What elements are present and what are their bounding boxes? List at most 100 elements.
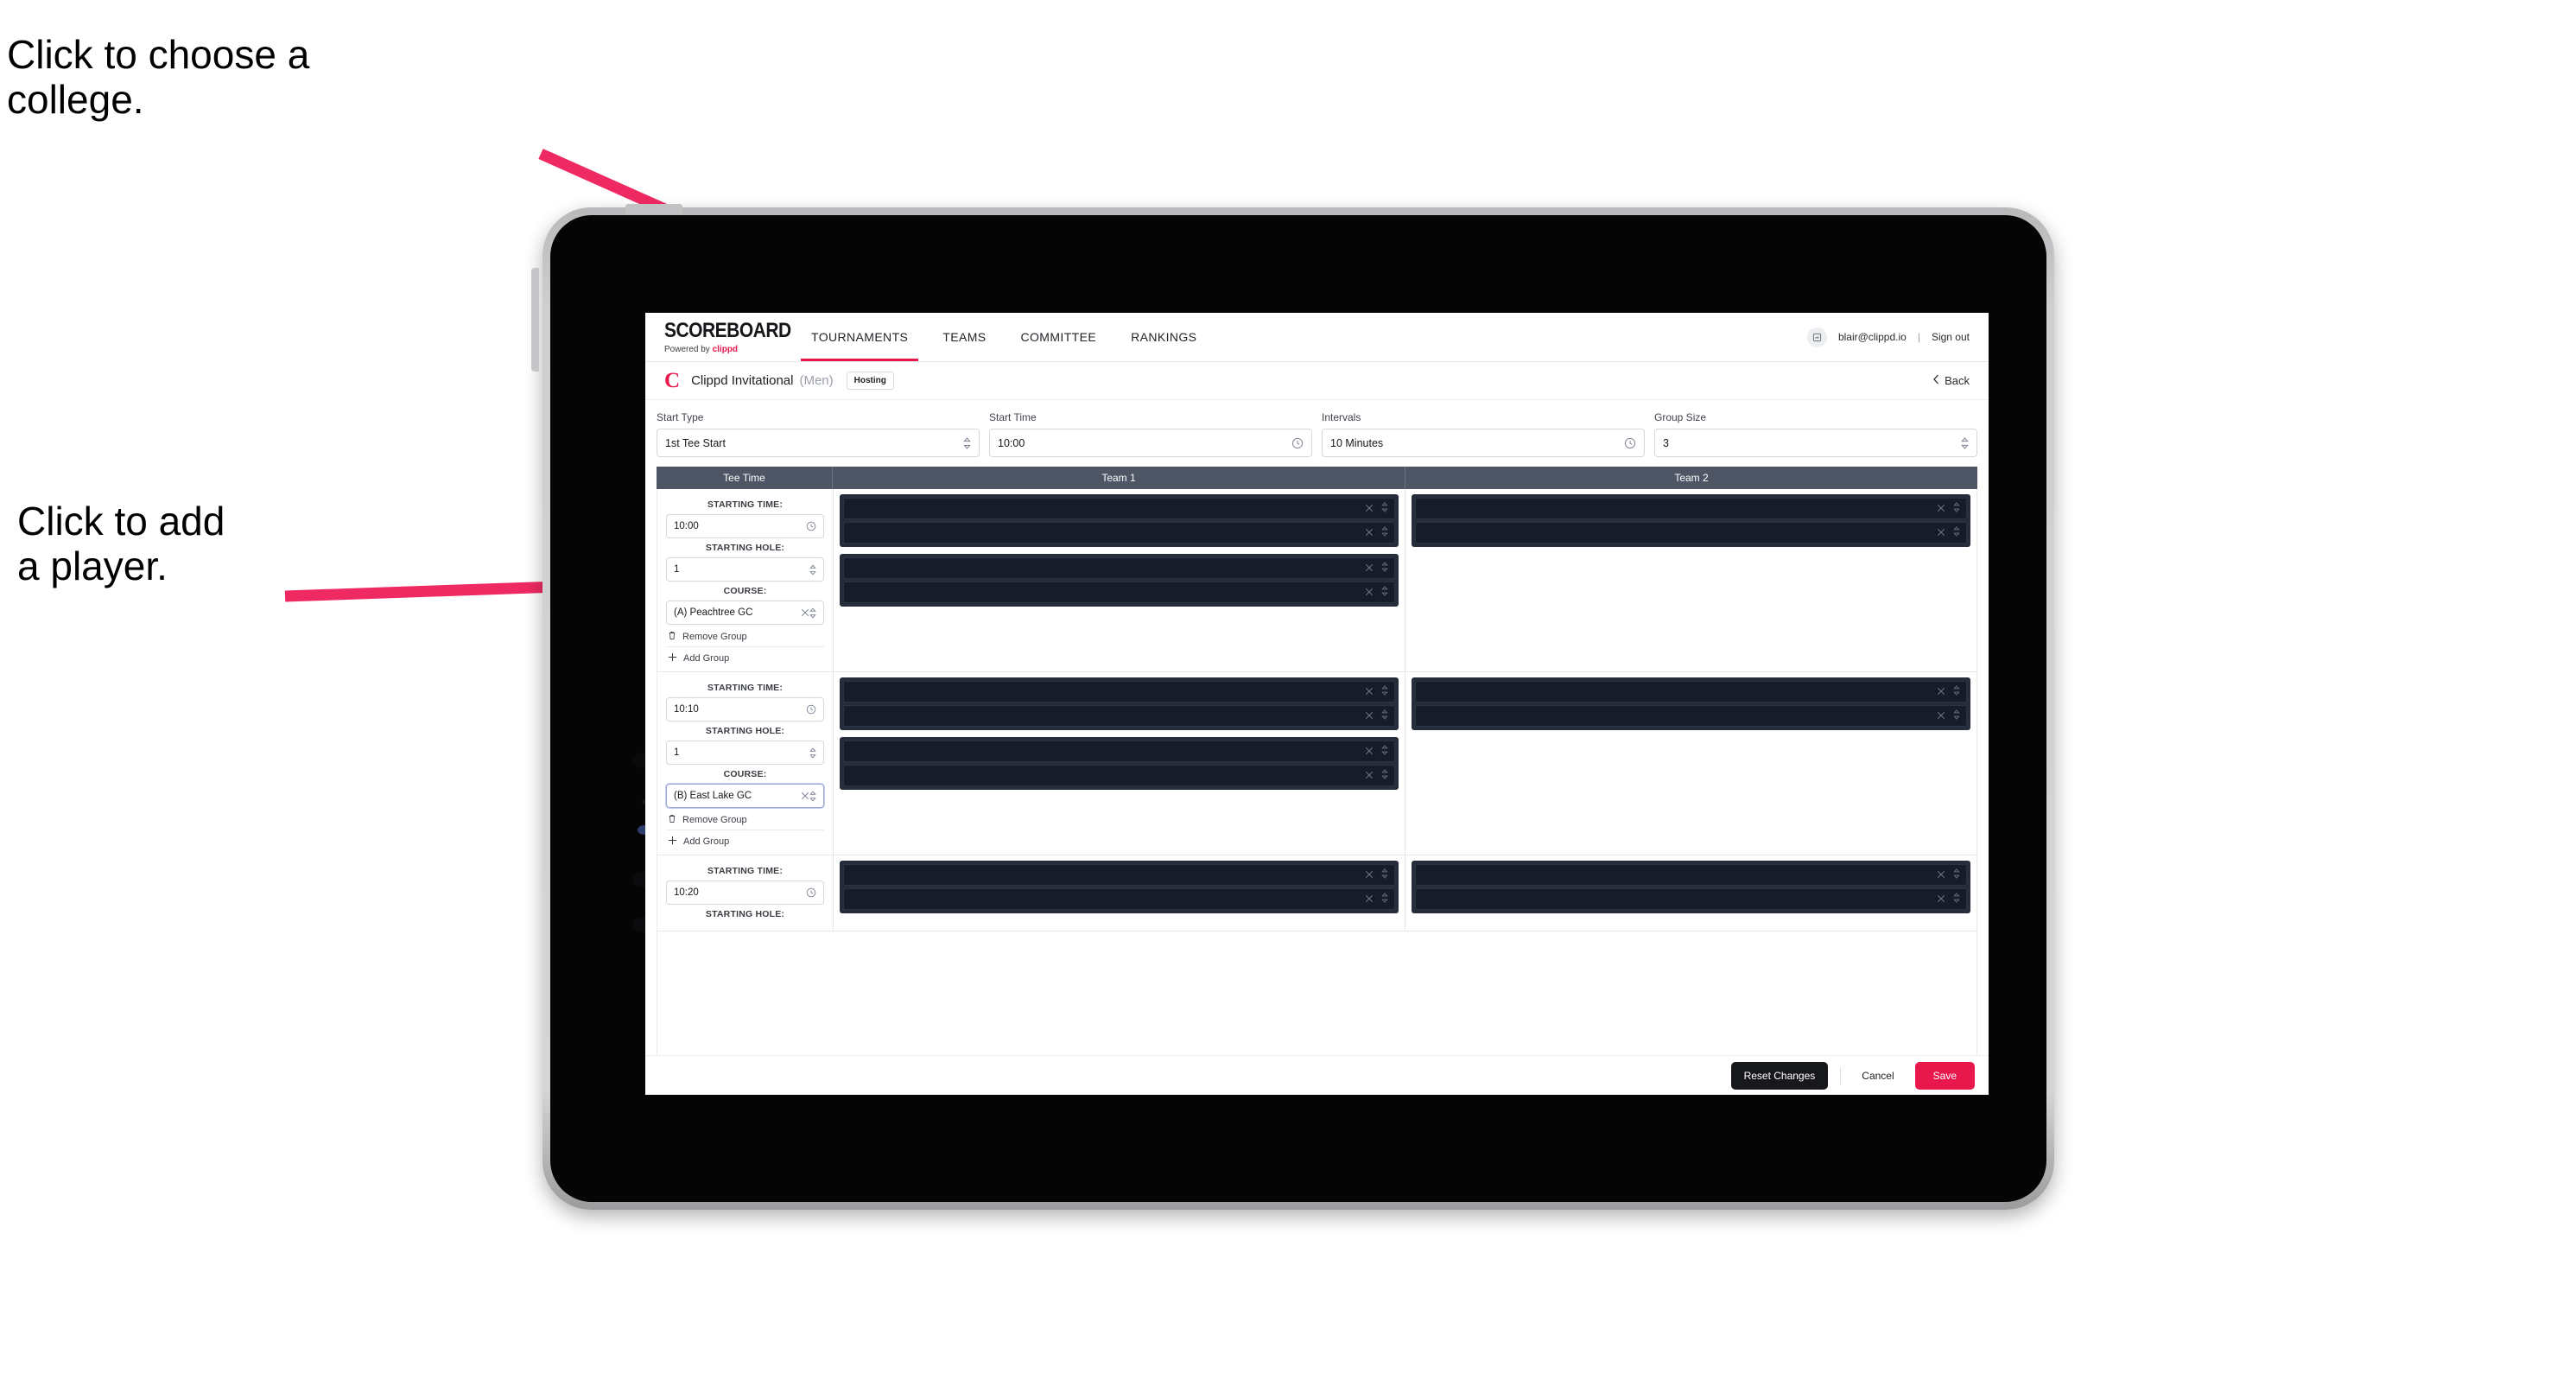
reorder-player-icon[interactable]	[1381, 684, 1388, 700]
add-group-button[interactable]: Add Group	[666, 830, 824, 848]
reorder-player-icon[interactable]	[1381, 525, 1388, 541]
annotation-add-player: Click to add a player.	[17, 499, 225, 588]
reorder-player-icon[interactable]	[1381, 501, 1388, 517]
stepper-icon[interactable]	[809, 563, 816, 575]
player-row[interactable]	[843, 864, 1395, 886]
player-row[interactable]	[843, 705, 1395, 727]
player-row[interactable]	[1415, 498, 1967, 519]
player-row[interactable]	[843, 557, 1395, 579]
remove-player-icon[interactable]	[1365, 892, 1374, 907]
remove-group-button[interactable]: Remove Group	[666, 625, 824, 643]
course-select[interactable]: (A) Peachtree GC	[666, 601, 824, 625]
nav-item-tournaments[interactable]: TOURNAMENTS	[794, 313, 925, 361]
player-row[interactable]	[843, 522, 1395, 544]
starting-hole-input[interactable]: 1	[666, 741, 824, 765]
reorder-player-icon[interactable]	[1953, 892, 1960, 907]
pairings-table-body[interactable]: STARTING TIME: 10:00 STARTING HOLE: 1 COURSE…	[657, 489, 1977, 1055]
player-row[interactable]	[1415, 522, 1967, 544]
nav-item-committee[interactable]: COMMITTEE	[1004, 313, 1114, 361]
starting-time-value: 10:10	[674, 704, 699, 715]
reorder-player-icon[interactable]	[1381, 868, 1388, 883]
group-size-stepper[interactable]: 3	[1654, 429, 1977, 457]
clock-icon[interactable]	[806, 704, 816, 715]
player-row-actions	[1937, 868, 1960, 883]
remove-player-icon[interactable]	[1365, 744, 1374, 760]
clear-icon[interactable]	[801, 608, 809, 617]
column-header-team-1: Team 1	[833, 467, 1405, 489]
remove-group-button[interactable]: Remove Group	[666, 808, 824, 826]
starting-time-input[interactable]: 10:00	[666, 514, 824, 538]
intervals-input[interactable]: 10 Minutes	[1322, 429, 1645, 457]
player-row[interactable]	[843, 765, 1395, 786]
reorder-player-icon[interactable]	[1381, 744, 1388, 760]
plus-icon	[668, 652, 677, 664]
reorder-player-icon[interactable]	[1381, 768, 1388, 784]
reset-changes-button[interactable]: Reset Changes	[1730, 1061, 1829, 1090]
start-time-input[interactable]: 10:00	[989, 429, 1312, 457]
nav-item-teams[interactable]: TEAMS	[925, 313, 1003, 361]
reorder-player-icon[interactable]	[1953, 684, 1960, 700]
player-row[interactable]	[843, 888, 1395, 910]
stepper-icon[interactable]	[1961, 436, 1969, 449]
reorder-player-icon[interactable]	[1381, 585, 1388, 601]
reorder-player-icon[interactable]	[1953, 868, 1960, 883]
cancel-button[interactable]: Cancel	[1853, 1062, 1902, 1090]
player-row[interactable]	[1415, 681, 1967, 703]
annotation-choose-college: Click to choose a college.	[7, 32, 310, 122]
clock-icon[interactable]	[1624, 437, 1636, 449]
remove-player-icon[interactable]	[1365, 868, 1374, 883]
player-row[interactable]	[1415, 864, 1967, 886]
remove-player-icon[interactable]	[1365, 768, 1374, 784]
reorder-player-icon[interactable]	[1381, 709, 1388, 724]
player-row[interactable]	[843, 498, 1395, 519]
reorder-player-icon[interactable]	[1953, 709, 1960, 724]
clock-icon[interactable]	[806, 887, 816, 898]
app-logo[interactable]: SCOREBOARD Powered by clippd	[664, 319, 791, 354]
starting-hole-value: 1	[674, 747, 680, 758]
player-row[interactable]	[1415, 705, 1967, 727]
save-button[interactable]: Save	[1914, 1061, 1975, 1090]
remove-player-icon[interactable]	[1365, 501, 1374, 517]
clock-icon[interactable]	[806, 521, 816, 531]
reorder-player-icon[interactable]	[1953, 525, 1960, 541]
sign-out-link[interactable]: Sign out	[1932, 331, 1970, 343]
remove-player-icon[interactable]	[1937, 525, 1945, 541]
team-2-cell	[1405, 489, 1976, 671]
nav-item-rankings[interactable]: RANKINGS	[1114, 313, 1214, 361]
remove-player-icon[interactable]	[1937, 684, 1945, 700]
clear-icon[interactable]	[801, 792, 809, 800]
starting-time-input[interactable]: 10:10	[666, 697, 824, 722]
remove-player-icon[interactable]	[1365, 709, 1374, 724]
start-type-select[interactable]: 1st Tee Start	[657, 429, 980, 457]
reorder-player-icon[interactable]	[1953, 501, 1960, 517]
reorder-player-icon[interactable]	[1381, 892, 1388, 907]
remove-player-icon[interactable]	[1365, 585, 1374, 601]
remove-player-icon[interactable]	[1937, 709, 1945, 724]
remove-player-icon[interactable]	[1365, 684, 1374, 700]
tablet-volume-button[interactable]	[531, 268, 539, 372]
tee-time-cell: STARTING TIME: 10:00 STARTING HOLE: 1 COURSE…	[657, 489, 834, 671]
starting-hole-input[interactable]: 1	[666, 557, 824, 582]
clock-icon[interactable]	[1291, 437, 1304, 449]
player-row[interactable]	[843, 741, 1395, 762]
remove-player-icon[interactable]	[1937, 868, 1945, 883]
player-row[interactable]	[843, 681, 1395, 703]
stepper-icon[interactable]	[809, 747, 816, 759]
player-row[interactable]	[843, 582, 1395, 603]
remove-player-icon[interactable]	[1937, 501, 1945, 517]
add-group-button[interactable]: Add Group	[666, 646, 824, 664]
course-select[interactable]: (B) East Lake GC	[666, 784, 824, 808]
trash-icon	[668, 631, 676, 643]
player-row[interactable]	[1415, 888, 1967, 910]
back-button[interactable]: Back	[1932, 374, 1970, 387]
tablet-power-button[interactable]	[625, 204, 682, 214]
stepper-icon[interactable]	[963, 436, 971, 449]
reorder-player-icon[interactable]	[1381, 561, 1388, 576]
stepper-icon[interactable]	[809, 790, 816, 802]
starting-time-input[interactable]: 10:20	[666, 881, 824, 905]
user-avatar-icon[interactable]	[1806, 327, 1827, 347]
stepper-icon[interactable]	[809, 607, 816, 619]
remove-player-icon[interactable]	[1937, 892, 1945, 907]
remove-player-icon[interactable]	[1365, 525, 1374, 541]
remove-player-icon[interactable]	[1365, 561, 1374, 576]
